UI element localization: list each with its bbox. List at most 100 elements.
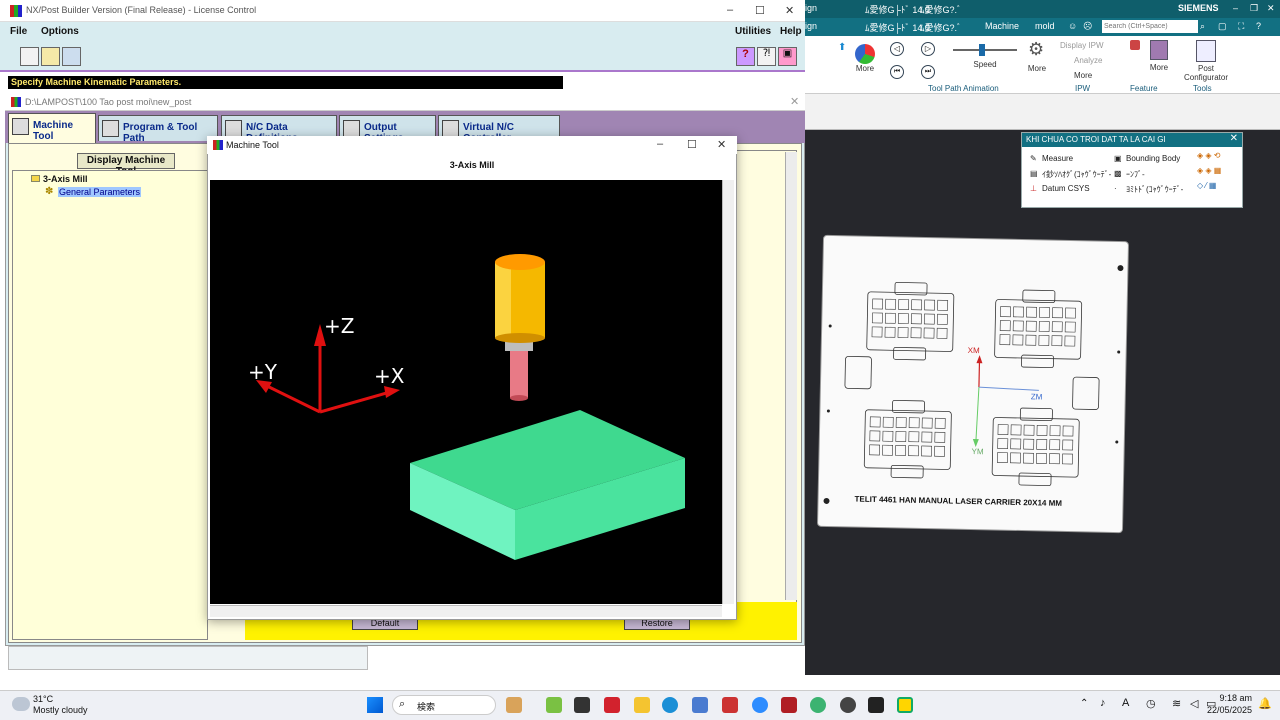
app-taskbar-icon[interactable] — [574, 697, 590, 713]
panel-item[interactable]: ｲ鈔ｿﾊｵｸﾞ(ｺｬｳﾞｳｰﾃﾞ- — [1042, 169, 1111, 180]
minimize-icon[interactable]: – — [727, 4, 733, 16]
help-icon[interactable]: ? — [1256, 21, 1261, 31]
new-file-icon[interactable] — [20, 47, 39, 66]
speed-slider-thumb[interactable] — [979, 44, 985, 56]
menu-help[interactable]: Help — [780, 26, 802, 37]
menu-file[interactable]: File — [10, 26, 27, 37]
book-icon[interactable] — [1150, 40, 1168, 60]
post-configurator-button[interactable]: Post Configurator — [1178, 64, 1234, 82]
terminal-icon[interactable] — [868, 697, 884, 713]
wifi-icon[interactable]: ≋ — [1172, 697, 1181, 710]
group-tools: Tools — [1193, 84, 1212, 93]
bounding-body-item[interactable]: Bounding Body — [1126, 154, 1180, 163]
more-label[interactable]: More — [1022, 64, 1052, 73]
close-icon[interactable]: ✕ — [1230, 133, 1238, 144]
app-taskbar-icon[interactable] — [692, 697, 708, 713]
arrow-up-icon[interactable]: ⬆ — [838, 42, 848, 53]
taskbar-search[interactable]: ⌕ 検索 — [392, 695, 496, 715]
microphone-icon[interactable]: ♪ — [1100, 697, 1106, 709]
tab-machine-tool[interactable]: Machine Tool — [8, 113, 96, 143]
open-folder-icon[interactable] — [41, 47, 60, 66]
chevron-up-icon[interactable]: ⌃ — [1080, 698, 1088, 709]
step-back-icon[interactable]: ⏮ — [890, 65, 904, 79]
menu-options[interactable]: Options — [41, 26, 79, 37]
notification-icon[interactable]: 🔔 — [1258, 697, 1272, 710]
menu-utilities[interactable]: Utilities — [735, 26, 771, 37]
restore-icon[interactable]: ❐ — [1250, 3, 1258, 14]
tab-machine[interactable]: Machine — [985, 21, 1019, 31]
tab-mold[interactable]: mold — [1035, 21, 1055, 31]
gear-icon: ✽ — [45, 186, 54, 197]
speed-slider[interactable] — [953, 49, 1017, 51]
viewport-hscroll[interactable] — [210, 605, 722, 617]
app-taskbar-icon[interactable] — [840, 697, 856, 713]
tree-item-general-parameters[interactable]: General Parameters — [58, 187, 142, 197]
tool-icon[interactable]: ◇ ⁄ ▦ — [1197, 181, 1217, 190]
tree-root[interactable]: 3-Axis Mill — [43, 174, 88, 184]
close-icon[interactable]: ✕ — [790, 95, 799, 108]
more-label[interactable]: More — [850, 64, 880, 73]
panel-item[interactable]: ｰﾝﾌﾞ- — [1126, 169, 1145, 180]
clock-time[interactable]: 9:18 am — [1212, 693, 1252, 703]
play-icon[interactable]: ▷ — [921, 42, 935, 56]
zoom-icon[interactable] — [752, 697, 768, 713]
nx-search-input[interactable] — [1102, 20, 1198, 33]
minimize-icon[interactable]: – — [657, 138, 663, 150]
tool-icon[interactable]: ◈ ◈ ⟲ — [1197, 151, 1220, 160]
app-taskbar-icon[interactable] — [897, 697, 913, 713]
clock-icon[interactable]: ◷ — [1146, 697, 1156, 710]
part-model[interactable]: XM ZM YM TELIT 4461 HAN MANUAL LASER CAR… — [816, 234, 1130, 534]
speaker-icon[interactable]: ◁ — [1190, 697, 1198, 710]
widgets-icon[interactable] — [506, 697, 522, 713]
context-help-icon[interactable]: ⁈ — [757, 47, 776, 66]
machine-tool-viewport[interactable]: +Z +Y +X — [210, 180, 722, 604]
step-forward-icon[interactable]: ⏭ — [921, 65, 935, 79]
maximize-icon[interactable]: ☐ — [755, 4, 765, 17]
more-label[interactable]: More — [1074, 71, 1092, 80]
nx-taskbar-icon[interactable] — [781, 697, 797, 713]
app-taskbar-icon[interactable] — [810, 697, 826, 713]
close-icon[interactable]: ✕ — [785, 4, 794, 17]
datum-csys-item[interactable]: Datum CSYS — [1042, 184, 1090, 193]
fullscreen-icon[interactable]: ⛶ — [1238, 21, 1244, 32]
search-icon[interactable]: ⌕ — [1200, 21, 1205, 32]
windows-start-icon[interactable] — [367, 697, 383, 713]
color-wheel-icon[interactable] — [855, 44, 875, 64]
maximize-icon[interactable]: ☐ — [687, 138, 697, 151]
close-icon[interactable]: ✕ — [1267, 3, 1275, 14]
minimize-icon[interactable]: – — [1233, 3, 1238, 13]
measure-item[interactable]: Measure — [1042, 154, 1073, 163]
panel-item[interactable]: ﾖﾐﾄﾄﾞ(ｺｬｳﾞｳｰﾃﾞ- — [1126, 184, 1183, 195]
close-icon[interactable]: ✕ — [717, 138, 726, 151]
analyze-button[interactable]: Analyze — [1074, 56, 1102, 65]
window-icon[interactable]: ▢ — [1218, 21, 1227, 32]
weather-desc[interactable]: Mostly cloudy — [33, 705, 88, 715]
smile-icon[interactable]: ☺ — [1068, 21, 1077, 31]
ime-icon[interactable]: A — [1122, 697, 1129, 709]
tab-program-tool-path[interactable]: Program & Tool Path — [98, 115, 218, 144]
app-taskbar-icon[interactable] — [722, 697, 738, 713]
gear-icon[interactable]: ⚙ — [1028, 40, 1048, 60]
display-ipw-button[interactable]: Display IPW — [1060, 41, 1104, 50]
post-configurator-icon[interactable] — [1196, 40, 1216, 62]
prev-frame-icon[interactable]: ◁ — [890, 42, 904, 56]
nx-tab-frag[interactable]: ign — [805, 21, 817, 31]
manual-book-icon[interactable]: ▣ — [778, 47, 797, 66]
viewport-vscroll[interactable] — [722, 180, 734, 604]
more-label[interactable]: More — [1144, 63, 1174, 72]
folder-taskbar-icon[interactable] — [634, 697, 650, 713]
frown-icon[interactable]: ☹ — [1083, 21, 1092, 32]
clock-date[interactable]: 22/05/2025 — [1202, 705, 1252, 715]
machine-tool-title: Machine Tool — [226, 140, 279, 150]
nx-tab-frag[interactable]: ﾑ愛修G?.ﾞ — [920, 21, 962, 34]
display-machine-tool-button[interactable]: Display Machine Tool — [77, 153, 175, 177]
help-question-icon[interactable]: ? — [736, 47, 755, 66]
nx-taskbar-icon[interactable] — [604, 697, 620, 713]
vertical-scrollbar[interactable] — [785, 152, 797, 600]
app-taskbar-icon[interactable] — [546, 697, 562, 713]
weather-temp[interactable]: 31°C — [33, 694, 53, 704]
feature-icon[interactable] — [1130, 40, 1140, 50]
edge-icon[interactable] — [662, 697, 678, 713]
save-icon[interactable] — [62, 47, 81, 66]
tool-icon[interactable]: ◈ ◈ ▦ — [1197, 166, 1221, 175]
